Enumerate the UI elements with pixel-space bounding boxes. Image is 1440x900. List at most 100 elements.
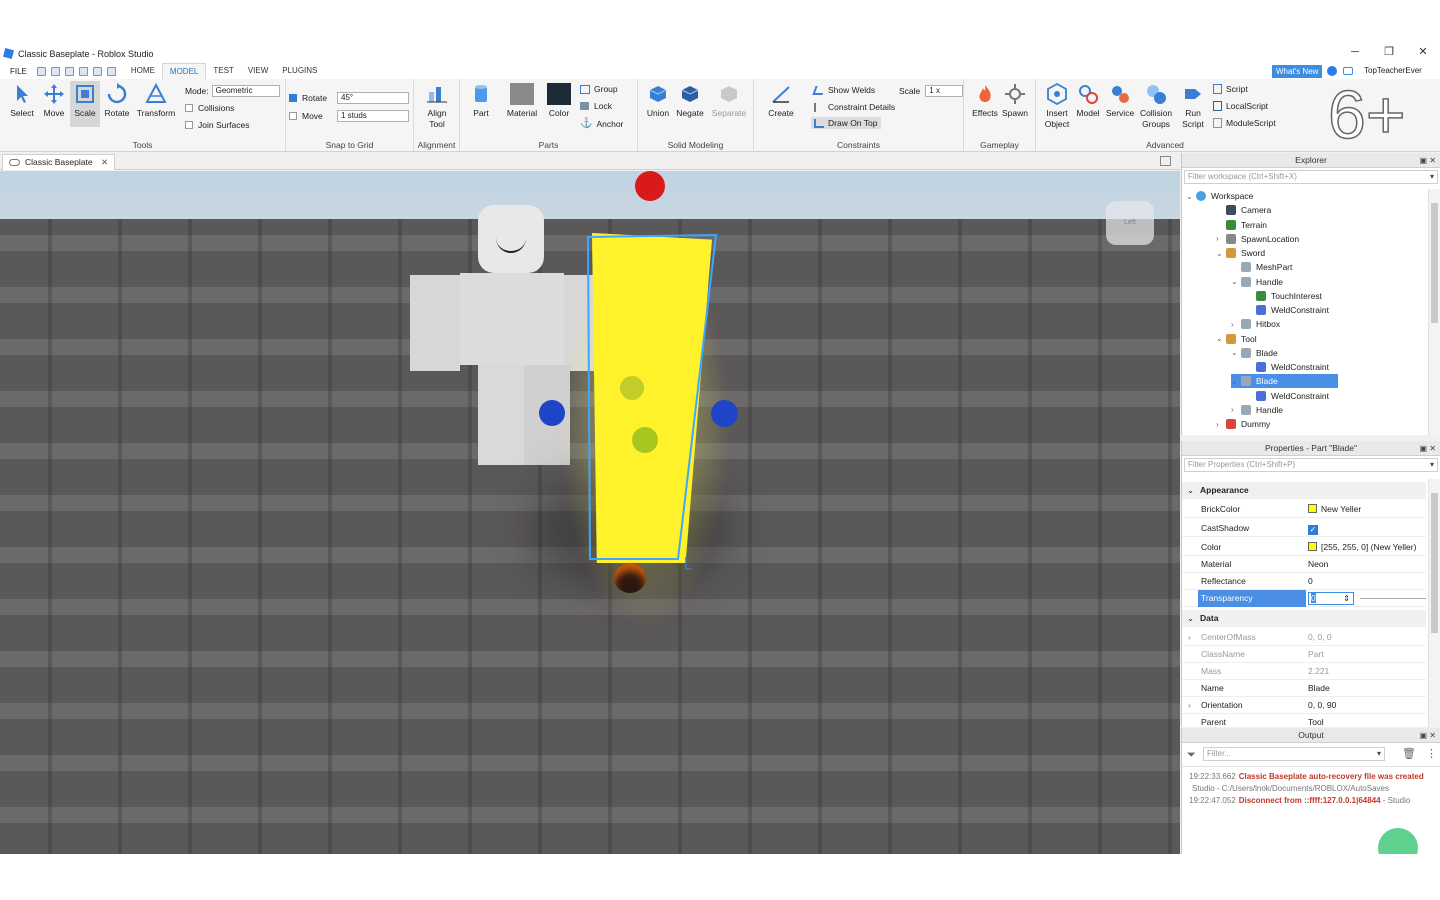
explorer-item[interactable]: Camera bbox=[1216, 203, 1271, 217]
constraint-scale-input[interactable]: 1 x bbox=[925, 85, 964, 97]
expand-arrow-icon[interactable]: ⌄ bbox=[1231, 377, 1241, 386]
collisions-toggle[interactable]: Collisions bbox=[185, 103, 234, 113]
view-cube[interactable]: Left bbox=[1106, 201, 1154, 245]
property-row[interactable]: Reflectance 0 bbox=[1182, 573, 1426, 590]
group-button[interactable]: Group bbox=[580, 84, 618, 94]
property-row[interactable]: Name Blade bbox=[1182, 680, 1426, 697]
property-row[interactable]: Color [255, 255, 0] (New Yeller) bbox=[1182, 539, 1426, 556]
close-button[interactable]: ✕ bbox=[1406, 44, 1440, 61]
properties-scrollbar[interactable] bbox=[1428, 479, 1440, 727]
color-button[interactable]: Color bbox=[544, 83, 574, 119]
explorer-item[interactable]: Terrain bbox=[1216, 218, 1267, 232]
properties-filter-dropdown-icon[interactable]: ▾ bbox=[1430, 459, 1434, 471]
property-value[interactable]: Blade bbox=[1308, 680, 1330, 697]
join-surfaces-toggle[interactable]: Join Surfaces bbox=[185, 120, 250, 130]
anchor-button[interactable]: ⚓ Anchor bbox=[580, 118, 623, 129]
union-button[interactable]: Union bbox=[644, 83, 672, 119]
property-value[interactable]: Tool bbox=[1308, 714, 1324, 727]
property-value[interactable]: New Yeller bbox=[1308, 501, 1361, 518]
lock-button[interactable]: Lock bbox=[580, 101, 612, 111]
property-value[interactable]: 0, 0, 90 bbox=[1308, 697, 1336, 714]
expand-arrow-icon[interactable]: › bbox=[1188, 697, 1191, 714]
explorer-item[interactable]: ⌄ Sword bbox=[1216, 246, 1265, 260]
output-dock-close-icon[interactable]: ▣ ✕ bbox=[1420, 728, 1436, 743]
tab-home[interactable]: HOME bbox=[124, 63, 162, 79]
minimize-button[interactable]: ─ bbox=[1338, 44, 1372, 61]
property-row[interactable]: › CenterOfMass 0, 0, 0 bbox=[1182, 629, 1426, 646]
appearance-section[interactable]: ⌄ Appearance bbox=[1182, 482, 1426, 499]
property-row[interactable]: › Orientation 0, 0, 90 bbox=[1182, 697, 1426, 714]
script-button[interactable]: Script bbox=[1213, 84, 1248, 94]
part-button[interactable]: Part bbox=[468, 83, 494, 119]
expand-arrow-icon[interactable]: ⌄ bbox=[1231, 348, 1241, 357]
property-row[interactable]: BrickColor New Yeller bbox=[1182, 501, 1426, 518]
property-row[interactable]: Parent Tool bbox=[1182, 714, 1426, 727]
castshadow-checkbox[interactable]: ✓ bbox=[1308, 525, 1318, 535]
tab-test[interactable]: TEST bbox=[206, 63, 240, 79]
effects-button[interactable]: Effects bbox=[970, 83, 1000, 119]
scale-handle-left[interactable] bbox=[539, 400, 565, 426]
mode-dropdown[interactable]: Geometric bbox=[211, 85, 280, 97]
property-row[interactable]: Mass 2.221 bbox=[1182, 663, 1426, 680]
show-welds-toggle[interactable]: Show Welds bbox=[812, 85, 875, 95]
transparency-input[interactable]: 0 ⇕ bbox=[1308, 592, 1354, 606]
transparency-slider[interactable] bbox=[1360, 598, 1426, 600]
insert-object-button[interactable]: Insert Object bbox=[1040, 83, 1074, 130]
explorer-filter-dropdown-icon[interactable]: ▾ bbox=[1430, 171, 1434, 183]
explorer-item-selected[interactable]: ⌄ Blade bbox=[1231, 374, 1338, 389]
spinner-icon[interactable]: ⇕ bbox=[1343, 593, 1350, 604]
constraint-details-toggle[interactable]: Constraint Details bbox=[814, 102, 895, 112]
draw-on-top-toggle[interactable]: Draw On Top bbox=[811, 117, 882, 129]
move-snap-toggle[interactable]: Move bbox=[289, 111, 323, 121]
expand-arrow-icon[interactable]: › bbox=[1231, 405, 1241, 414]
explorer-item[interactable]: WeldConstraint bbox=[1246, 303, 1329, 317]
output-filter-dropdown-icon[interactable]: ▾ bbox=[1377, 748, 1381, 760]
data-section[interactable]: ⌄ Data bbox=[1182, 610, 1426, 627]
property-value[interactable]: 0, 0, 0 bbox=[1308, 629, 1332, 646]
output-filter-input[interactable]: Filter... ▾ bbox=[1203, 747, 1385, 761]
rotate-snap-checkbox[interactable] bbox=[289, 94, 297, 102]
expand-arrow-icon[interactable]: › bbox=[1231, 320, 1241, 329]
scale-tool-button[interactable]: Scale bbox=[70, 81, 100, 127]
explorer-item[interactable]: › Hitbox bbox=[1231, 317, 1280, 331]
output-more-icon[interactable]: ⋮ bbox=[1426, 747, 1437, 760]
join-surfaces-checkbox[interactable] bbox=[185, 121, 193, 129]
help-icon[interactable] bbox=[1327, 66, 1337, 76]
explorer-item[interactable]: › Handle bbox=[1231, 403, 1283, 417]
expand-arrow-icon[interactable]: › bbox=[1188, 629, 1191, 646]
run-script-button[interactable]: Run Script bbox=[1178, 83, 1208, 130]
separate-button[interactable]: Separate bbox=[710, 83, 748, 119]
explorer-dock-close-icon[interactable]: ▣ ✕ bbox=[1420, 153, 1436, 168]
properties-dock-close-icon[interactable]: ▣ ✕ bbox=[1420, 441, 1436, 456]
save-icon[interactable] bbox=[64, 66, 74, 76]
collapse-arrow-icon[interactable]: ⌄ bbox=[1187, 482, 1194, 499]
open-file-icon[interactable] bbox=[50, 66, 60, 76]
property-row[interactable]: CastShadow ✓ bbox=[1182, 520, 1426, 537]
property-row[interactable]: Material Neon bbox=[1182, 556, 1426, 573]
create-constraint-button[interactable]: Create bbox=[766, 83, 796, 119]
properties-scroll-thumb[interactable] bbox=[1431, 493, 1438, 633]
module-script-button[interactable]: ModuleScript bbox=[1213, 118, 1276, 128]
explorer-item[interactable]: ⌄ Handle bbox=[1231, 275, 1283, 289]
explorer-item[interactable]: › Dummy bbox=[1216, 417, 1270, 431]
tab-plugins[interactable]: PLUGINS bbox=[275, 63, 324, 79]
local-script-button[interactable]: LocalScript bbox=[1213, 101, 1268, 111]
document-tab-close-icon[interactable]: ✕ bbox=[101, 157, 108, 167]
property-row[interactable]: ClassName Part bbox=[1182, 646, 1426, 663]
move-snap-checkbox[interactable] bbox=[289, 112, 297, 120]
publish-icon[interactable] bbox=[78, 66, 88, 76]
expand-arrow-icon[interactable]: ⌄ bbox=[1216, 249, 1226, 258]
expand-arrow-icon[interactable]: › bbox=[1216, 234, 1226, 243]
scale-handle-back[interactable] bbox=[632, 427, 658, 453]
stop-icon[interactable] bbox=[92, 66, 102, 76]
explorer-item[interactable]: WeldConstraint bbox=[1246, 360, 1329, 374]
explorer-item[interactable]: ⌄ Workspace bbox=[1186, 189, 1253, 203]
tab-model[interactable]: MODEL bbox=[161, 62, 207, 80]
scale-handle-front[interactable] bbox=[620, 376, 644, 400]
property-value[interactable]: 2.221 bbox=[1308, 663, 1329, 680]
expand-arrow-icon[interactable]: ⌄ bbox=[1231, 277, 1241, 286]
rotate-snap-input[interactable]: 45° bbox=[337, 92, 409, 104]
material-button[interactable]: Material bbox=[505, 83, 539, 119]
3d-viewport[interactable]: Left bbox=[0, 171, 1180, 854]
explorer-item[interactable]: WeldConstraint bbox=[1246, 389, 1329, 403]
